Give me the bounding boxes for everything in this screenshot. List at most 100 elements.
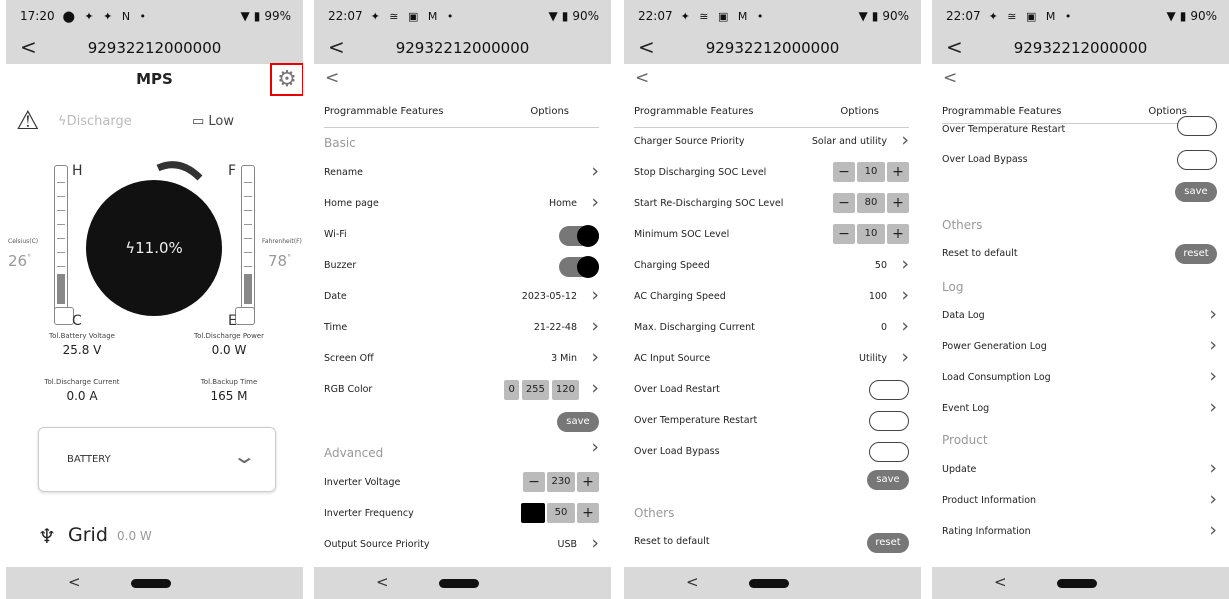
nav-home-button[interactable]	[131, 579, 171, 588]
setting-row-ac-input-source[interactable]: AC Input Source Utility ›	[634, 345, 909, 373]
stepper-value[interactable]: 10	[857, 224, 885, 244]
page-back-icon[interactable]: <	[325, 68, 339, 88]
setting-label: Output Source Priority	[324, 539, 430, 550]
reset-button[interactable]: reset	[1175, 244, 1217, 264]
nav-back-button[interactable]: <	[994, 573, 1007, 591]
battery-status-icon: ▮	[871, 9, 879, 23]
stepper-value[interactable]: 80	[857, 193, 885, 213]
setting-label: Over Load Bypass	[942, 154, 1028, 165]
setting-row-product-information[interactable]: Product Information ›	[942, 487, 1217, 515]
status-time: 17:20	[20, 9, 55, 23]
settings-button[interactable]: ⚙	[270, 63, 303, 96]
setting-row-charger-source-priority[interactable]: Charger Source Priority Solar and utility…	[634, 128, 909, 156]
setting-row-home-page[interactable]: Home page Home ›	[324, 190, 599, 218]
page-back-icon[interactable]: <	[943, 68, 957, 88]
chevron-right-icon: ›	[901, 253, 909, 275]
nav-home-button[interactable]	[439, 579, 479, 588]
nav-home-button[interactable]	[1057, 579, 1097, 588]
rgb-b-field[interactable]: 120	[551, 380, 579, 400]
nav-home-button[interactable]	[749, 579, 789, 588]
setting-row-power-generation-log[interactable]: Power Generation Log ›	[942, 333, 1217, 361]
setting-row-minimum-soc: Minimum SOC Level −10 +	[634, 221, 909, 249]
fahrenheit-gauge	[235, 165, 255, 325]
battery-percent: 90%	[882, 9, 909, 23]
setting-row-date[interactable]: Date 2023-05-12 ›	[324, 283, 599, 311]
setting-row-screen-off[interactable]: Screen Off 3 Min ›	[324, 345, 599, 373]
save-button[interactable]: save	[557, 412, 599, 432]
setting-row-max-discharging-current[interactable]: Max. Discharging Current 0 ›	[634, 314, 909, 342]
chevron-right-icon: ›	[591, 532, 599, 554]
chevron-right-icon: ›	[1209, 365, 1217, 387]
setting-value: 3 Min	[551, 353, 577, 364]
setting-row-update[interactable]: Update ›	[942, 456, 1217, 484]
setting-row-charging-speed[interactable]: Charging Speed 50 ›	[634, 252, 909, 280]
nav-back-button[interactable]: <	[376, 573, 389, 591]
setting-row-data-log[interactable]: Data Log ›	[942, 302, 1217, 330]
over-load-bypass-toggle[interactable]	[869, 442, 909, 462]
battery-status-icon: ▮	[253, 9, 261, 23]
options-header: Options	[530, 106, 569, 117]
rgb-values: 0 255 120	[504, 380, 579, 400]
stepper-value[interactable]: 10	[857, 162, 885, 182]
setting-row-over-temp-restart: Over Temperature Restart	[942, 116, 1217, 144]
discharge-label: Discharge	[66, 114, 132, 129]
celsius-gauge	[54, 165, 74, 325]
setting-row-rename[interactable]: Rename ›	[324, 159, 599, 187]
status-bar: 22:07 ✦ ≅ ▣ M • ▼ ▮ 90%	[932, 0, 1229, 32]
nav-bar: <	[6, 567, 303, 599]
over-load-bypass-toggle[interactable]	[1177, 150, 1217, 170]
decrement-button[interactable]: −	[833, 162, 855, 182]
setting-row-ac-charging-speed[interactable]: AC Charging Speed 100 ›	[634, 283, 909, 311]
buzzer-toggle[interactable]	[559, 256, 599, 278]
increment-button[interactable]: +	[577, 503, 599, 523]
over-temp-restart-toggle[interactable]	[1177, 116, 1217, 136]
stepper-value[interactable]: 230	[547, 472, 575, 492]
chevron-right-icon: ›	[901, 346, 909, 368]
decrement-button[interactable]: −	[833, 193, 855, 213]
setting-label: Reset to default	[634, 536, 710, 547]
nav-back-button[interactable]: <	[68, 573, 81, 591]
chevron-right-icon: ›	[1209, 519, 1217, 541]
increment-button[interactable]: +	[577, 472, 599, 492]
setting-label: Inverter Voltage	[324, 477, 401, 488]
section-log: Log	[942, 280, 964, 294]
battery-level-label: Low	[208, 114, 235, 129]
setting-row-rating-information[interactable]: Rating Information ›	[942, 518, 1217, 546]
decrement-button[interactable]	[521, 503, 545, 523]
save-button[interactable]: save	[867, 470, 909, 490]
increment-button[interactable]: +	[887, 193, 909, 213]
chevron-right-icon[interactable]: ›	[591, 436, 599, 458]
setting-row-output-source-priority[interactable]: Output Source Priority USB ›	[324, 531, 599, 559]
decrement-button[interactable]: −	[523, 472, 545, 492]
battery-dropdown[interactable]: BATTERY ⌄	[38, 427, 276, 492]
setting-label: Time	[324, 322, 348, 333]
increment-button[interactable]: +	[887, 162, 909, 182]
setting-row-event-log[interactable]: Event Log ›	[942, 395, 1217, 423]
stop-discharging-soc-stepper: −10 +	[833, 162, 909, 182]
grid-label: Grid	[68, 524, 108, 546]
chevron-right-icon: ›	[591, 191, 599, 213]
decrement-button[interactable]: −	[833, 224, 855, 244]
rgb-r-field[interactable]: 0	[504, 380, 519, 400]
metric-value: 0.0 W	[211, 343, 247, 357]
over-load-restart-toggle[interactable]	[869, 380, 909, 400]
phone-screen-settings-logs: 22:07 ✦ ≅ ▣ M • ▼ ▮ 90% < 92932212000000 < …	[932, 0, 1229, 599]
page-back-icon[interactable]: <	[635, 68, 649, 88]
transmission-tower-icon: ♆	[38, 524, 56, 548]
stepper-value[interactable]: 50	[547, 503, 575, 523]
reset-button[interactable]: reset	[867, 533, 909, 553]
setting-label: Product Information	[942, 495, 1037, 506]
nav-back-button[interactable]: <	[686, 573, 699, 591]
save-button[interactable]: save	[1175, 182, 1217, 202]
setting-row-rgb-color[interactable]: RGB Color 0 255 120 ›	[324, 376, 599, 404]
setting-row-load-consumption-log[interactable]: Load Consumption Log ›	[942, 364, 1217, 392]
increment-button[interactable]: +	[887, 224, 909, 244]
setting-label: Data Log	[942, 310, 985, 321]
setting-row-time[interactable]: Time 21-22-48 ›	[324, 314, 599, 342]
rgb-g-field[interactable]: 255	[521, 380, 549, 400]
grid-value: 0.0 W	[117, 529, 152, 543]
metric-label: Tol.Discharge Current	[44, 378, 120, 386]
setting-row-over-load-bypass: Over Load Bypass	[942, 146, 1217, 174]
wifi-toggle[interactable]	[559, 225, 599, 247]
over-temp-restart-toggle[interactable]	[869, 411, 909, 431]
